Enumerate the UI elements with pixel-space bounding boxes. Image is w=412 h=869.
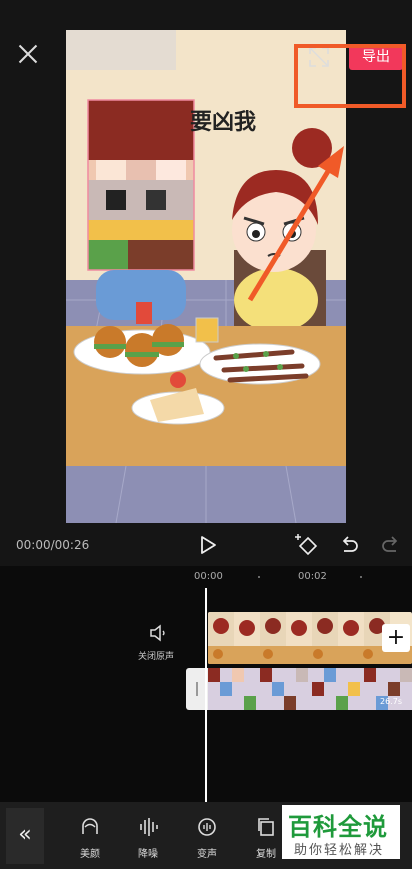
play-button[interactable]	[198, 534, 218, 556]
ruler-tick	[360, 576, 362, 578]
keyframe-button[interactable]	[294, 533, 322, 557]
copy-icon	[258, 818, 274, 836]
tool-voice-change[interactable]: 变声	[185, 810, 229, 866]
add-clip-button[interactable]: +	[382, 624, 410, 652]
tool-beauty[interactable]: 美颜	[68, 810, 112, 866]
tool-label: 降噪	[138, 849, 158, 860]
watermark-title: 百科全说	[288, 813, 388, 841]
highlight-box	[294, 44, 406, 108]
undo-button[interactable]	[339, 535, 359, 555]
tool-label: 复制	[256, 849, 276, 860]
close-button[interactable]	[14, 40, 42, 68]
ruler-label: 00:02	[298, 571, 327, 582]
playhead[interactable]	[205, 588, 207, 802]
tool-label: 美颜	[80, 849, 100, 860]
clip-duration: 26.7s	[380, 697, 402, 706]
keyframe-add-icon	[295, 534, 318, 556]
play-icon	[201, 536, 216, 554]
collapse-tools-button[interactable]: «	[6, 808, 44, 864]
watermark-logo: 百科全说 助你轻松解决	[282, 805, 400, 859]
beauty-icon	[82, 818, 98, 834]
redo-button[interactable]	[381, 535, 401, 555]
mute-button[interactable]	[148, 624, 168, 642]
tool-label: 变声	[197, 849, 217, 860]
speaker-mute-icon	[150, 624, 165, 642]
redo-icon	[382, 536, 398, 552]
timecode: 00:00/00:26	[16, 538, 90, 552]
ruler-label: 00:00	[194, 571, 223, 582]
undo-icon	[342, 536, 358, 552]
watermark-subtitle: 助你轻松解决	[294, 843, 385, 858]
voice-change-icon	[198, 818, 216, 836]
preview-caption: 要凶我	[190, 110, 257, 135]
ruler-tick	[258, 576, 260, 578]
noise-reduction-icon	[140, 818, 158, 836]
mute-label: 关闭原声	[138, 652, 175, 662]
tool-denoise[interactable]: 降噪	[126, 810, 170, 866]
